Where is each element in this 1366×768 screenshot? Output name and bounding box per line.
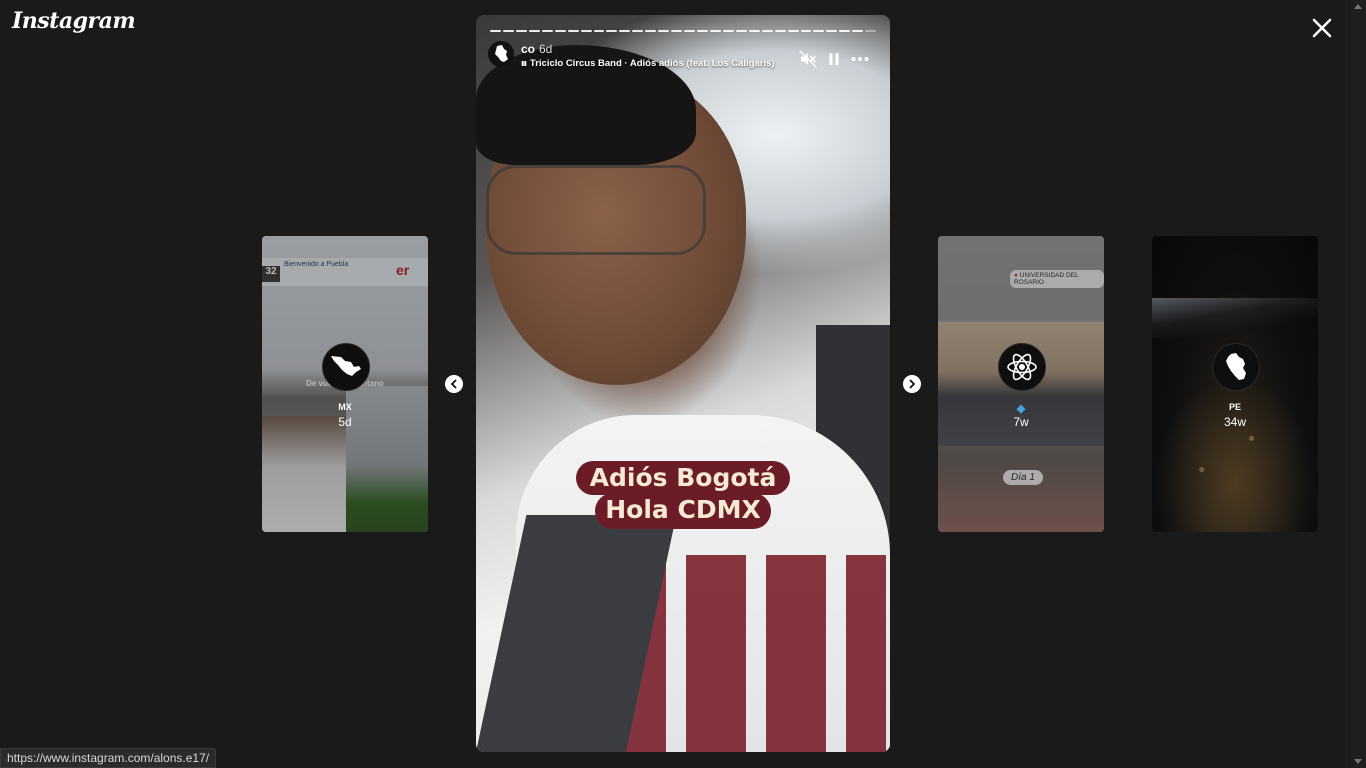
thumbnail-time: 7w	[1013, 415, 1029, 429]
story-viewer: Instagram Bienvenido a Puebla 32 er De v…	[0, 0, 1366, 768]
thumbnail-username: ◆	[938, 402, 1104, 415]
progress-segment	[684, 30, 695, 32]
thumbnail-username: MX	[338, 402, 352, 412]
progress-segment	[839, 30, 851, 32]
scrollbar[interactable]	[1351, 0, 1366, 768]
progress-segment	[813, 30, 825, 32]
progress-segment	[606, 30, 618, 32]
progress-segment	[697, 30, 708, 32]
scroll-up-icon[interactable]	[1354, 4, 1362, 9]
sticker-line-1: Adiós Bogotá	[575, 461, 791, 495]
progress-segment	[671, 30, 683, 32]
mexico-map-icon	[331, 356, 361, 376]
story-time: 6d	[539, 42, 553, 56]
active-story[interactable]: co 6d ııı Triciclo Circus Band · Adiós ad…	[476, 15, 890, 752]
mute-icon	[799, 50, 817, 68]
atom-icon	[1007, 353, 1037, 381]
progress-segment	[826, 30, 838, 32]
progress-segment	[593, 30, 605, 32]
music-bars-icon: ııı	[521, 58, 527, 69]
progress-segment	[735, 30, 747, 32]
chevron-left-icon	[450, 379, 457, 389]
music-track[interactable]: ııı Triciclo Circus Band · Adiós adiós (f…	[521, 58, 775, 69]
colombia-map-icon	[495, 45, 508, 62]
progress-segment	[709, 30, 721, 32]
instagram-logo[interactable]: Instagram	[12, 8, 136, 34]
sticker-line-2: Hola CDMX	[595, 493, 771, 529]
peru-map-icon	[1226, 353, 1246, 380]
mute-button[interactable]	[798, 49, 818, 69]
story-header: co 6d ııı Triciclo Circus Band · Adiós ad…	[488, 41, 878, 73]
story-thumbnail-mx[interactable]: Bienvenido a Puebla 32 er De vuelta al p…	[262, 236, 428, 532]
progress-segment	[774, 30, 786, 32]
progress-segment	[761, 30, 773, 32]
progress-segment	[541, 30, 553, 32]
progress-segment	[632, 30, 644, 32]
more-icon	[851, 57, 869, 61]
progress-segment	[619, 30, 631, 32]
progress-segment	[580, 30, 592, 32]
progress-segment	[852, 30, 864, 32]
previous-story-button[interactable]	[445, 375, 463, 393]
progress-segment	[658, 30, 670, 32]
next-story-button[interactable]	[903, 375, 921, 393]
progress-segment	[645, 30, 657, 32]
dolphin-icon: ◆	[1016, 403, 1026, 415]
progress-segment	[865, 30, 877, 32]
progress-segment	[490, 30, 501, 32]
text-sticker: Adiós Bogotá Hola CDMX	[563, 461, 803, 529]
progress-segment	[515, 30, 527, 32]
thumbnail-time: 5d	[338, 415, 352, 429]
close-icon	[1312, 18, 1332, 38]
progress-segment	[787, 30, 799, 32]
chevron-right-icon	[909, 379, 916, 389]
avatar	[1212, 343, 1260, 391]
progress-segment	[800, 30, 812, 32]
story-progress-bar	[490, 30, 877, 32]
progress-segment	[748, 30, 760, 32]
music-track-label: Triciclo Circus Band · Adiós adiós (feat…	[529, 58, 775, 69]
story-photo-glasses	[486, 165, 706, 255]
progress-segment	[554, 30, 566, 32]
avatar[interactable]	[488, 41, 514, 67]
status-bar-url: https://www.instagram.com/alons.e17/	[0, 748, 217, 768]
story-username[interactable]: co	[521, 42, 535, 56]
avatar	[998, 343, 1046, 391]
avatar	[322, 343, 370, 391]
progress-segment	[722, 30, 734, 32]
more-options-button[interactable]	[850, 49, 870, 69]
story-thumbnail-pe[interactable]: PE 34w	[1152, 236, 1318, 532]
progress-segment	[567, 30, 579, 32]
pause-icon	[829, 53, 839, 65]
thumbnail-time: 34w	[1223, 415, 1246, 429]
progress-segment	[502, 30, 514, 32]
close-button[interactable]	[1308, 14, 1336, 42]
pause-button[interactable]	[824, 49, 844, 69]
progress-segment	[528, 30, 540, 32]
scroll-down-icon[interactable]	[1354, 759, 1362, 764]
story-thumbnail-science[interactable]: ● UNIVERSIDAD DEL ROSARIO Día 1 ◆ 7w	[938, 236, 1104, 532]
thumbnail-username: PE	[1228, 402, 1241, 412]
